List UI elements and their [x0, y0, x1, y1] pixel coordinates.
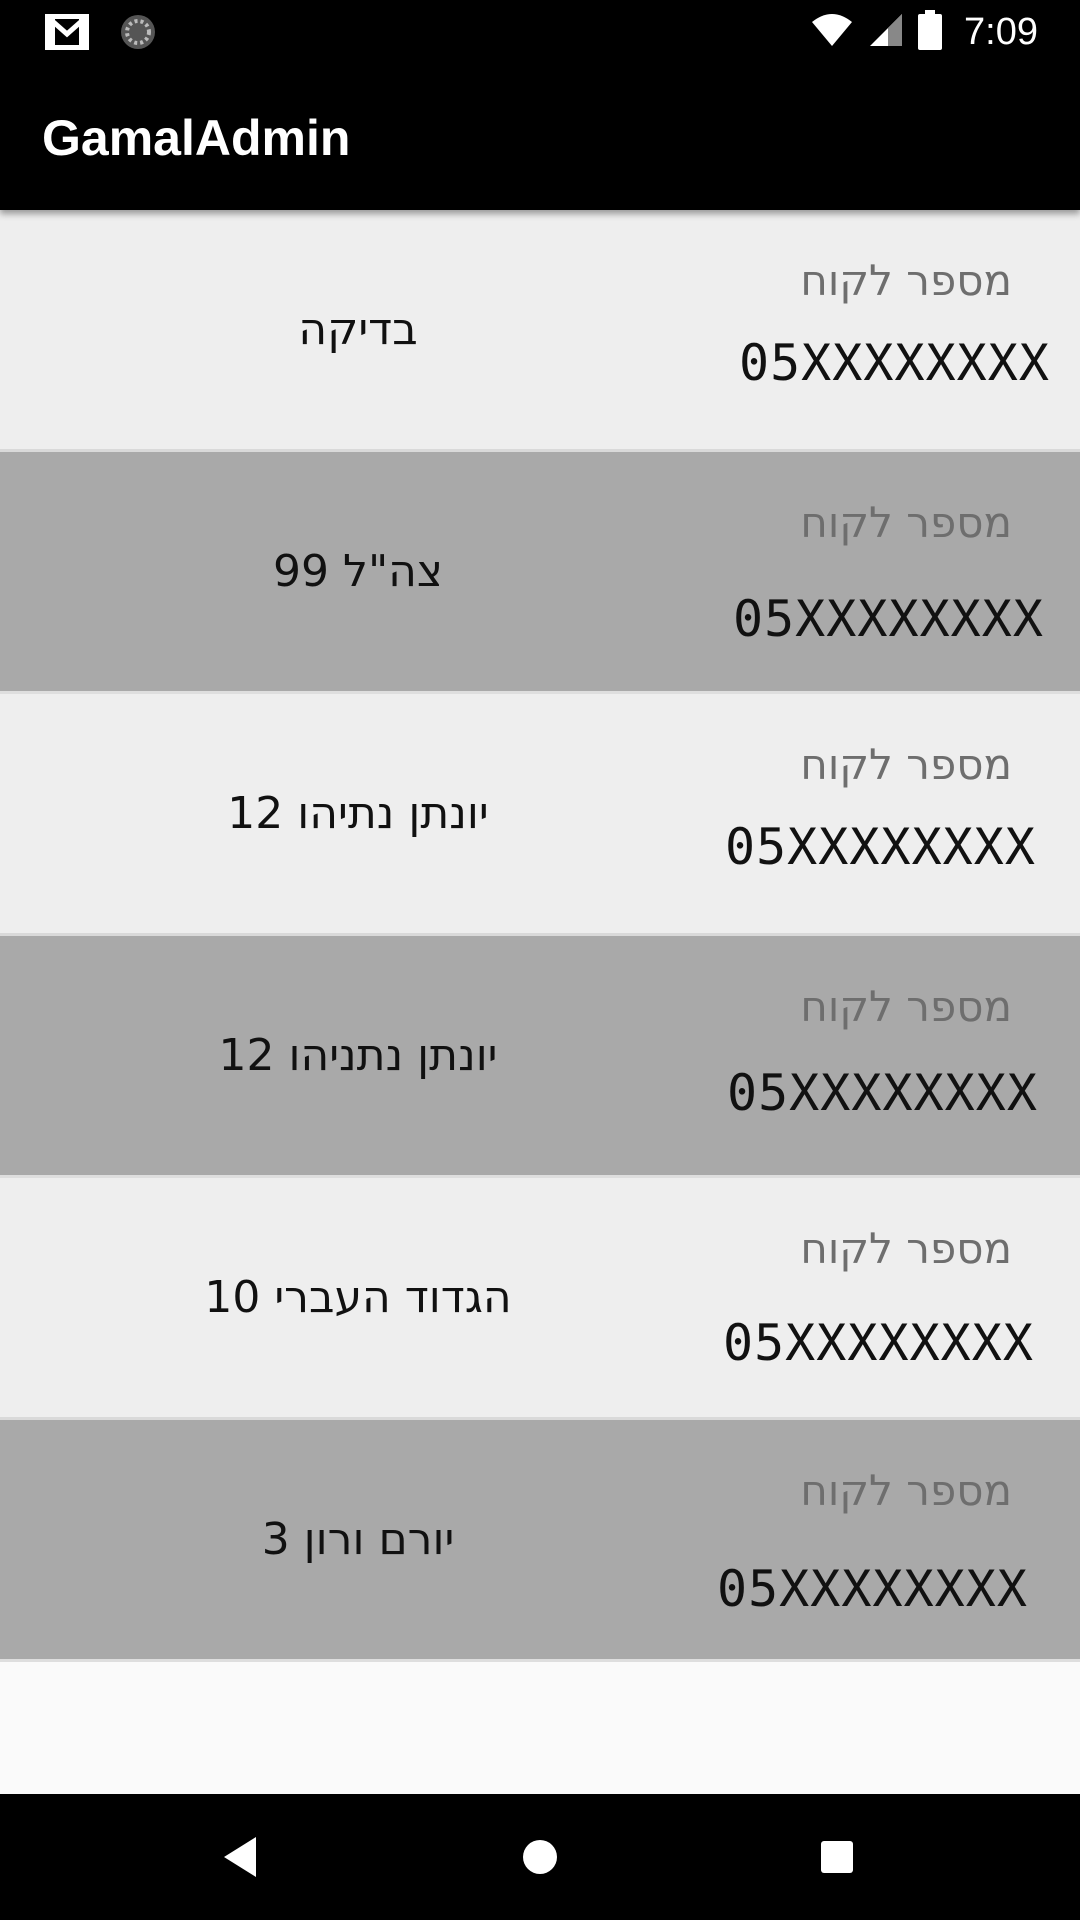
customer-number-label: מספר לקוח [800, 740, 1012, 789]
customer-phone: 05XXXXXXXX [724, 818, 1036, 876]
list-item[interactable]: יונתן נתניהו 12 מספר לקוח 05XXXXXXXX [0, 936, 1080, 1178]
customer-number-label: מספר לקוח [800, 1466, 1012, 1515]
status-time: 7:09 [964, 10, 1038, 53]
list-item[interactable]: הגדוד העברי 10 מספר לקוח 05XXXXXXXX [0, 1178, 1080, 1420]
navigation-bar [0, 1794, 1080, 1920]
list-item[interactable]: צה"ל 99 מספר לקוח 05XXXXXXXX [0, 452, 1080, 694]
wifi-icon [810, 12, 854, 52]
list-item[interactable]: יורם ורון 3 מספר לקוח 05XXXXXXXX [0, 1420, 1080, 1662]
customer-address: בדיקה [298, 304, 418, 355]
back-icon[interactable] [205, 1822, 275, 1892]
customer-number-label: מספר לקוח [800, 498, 1012, 547]
customer-phone: 05XXXXXXXX [732, 590, 1044, 648]
customer-number-label: מספר לקוח [800, 1224, 1012, 1273]
customer-phone: 05XXXXXXXX [722, 1314, 1034, 1372]
customer-address: צה"ל 99 [272, 546, 444, 597]
list-item[interactable]: יונתן נתיהו 12 מספר לקוח 05XXXXXXXX [0, 694, 1080, 936]
customer-phone: 05XXXXXXXX [716, 1560, 1028, 1618]
customer-phone: 05XXXXXXXX [726, 1064, 1038, 1122]
customer-number-label: מספר לקוח [800, 982, 1012, 1031]
customer-address: יונתן נתיהו 12 [227, 788, 489, 839]
home-icon[interactable] [505, 1822, 575, 1892]
status-left [44, 12, 158, 56]
recents-icon[interactable] [802, 1822, 872, 1892]
sync-icon [118, 12, 158, 56]
customer-phone: 05XXXXXXXX [738, 334, 1050, 392]
customer-address: יורם ורון 3 [261, 1514, 455, 1565]
customer-address: הגדוד העברי 10 [204, 1272, 512, 1323]
status-right: 7:09 [810, 8, 1038, 56]
list-item[interactable]: בדיקה מספר לקוח 05XXXXXXXX [0, 210, 1080, 452]
customer-number-label: מספר לקוח [800, 256, 1012, 305]
status-bar: 7:09 [0, 0, 1080, 63]
customer-list[interactable]: בדיקה מספר לקוח 05XXXXXXXX צה"ל 99 מספר … [0, 210, 1080, 1662]
app-title: GamalAdmin [42, 110, 351, 166]
gmail-icon [44, 13, 90, 55]
signal-icon [868, 12, 904, 52]
customer-address: יונתן נתניהו 12 [218, 1030, 498, 1081]
app-bar: GamalAdmin [0, 63, 1080, 210]
battery-icon [918, 10, 943, 54]
